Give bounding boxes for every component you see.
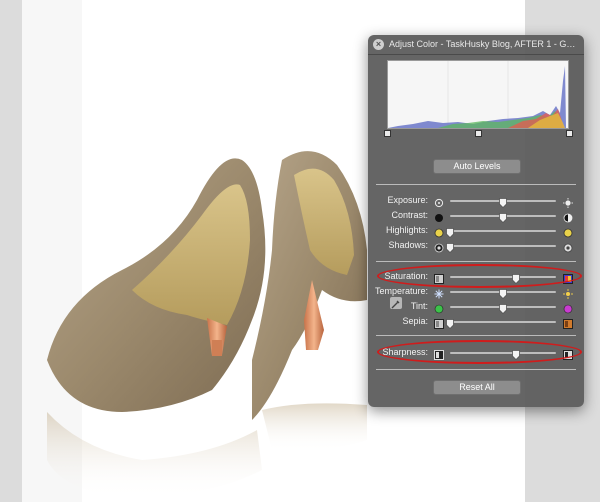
- highlights-low-icon: [434, 225, 444, 238]
- contrast-slider-thumb[interactable]: [499, 210, 507, 224]
- window-title: Adjust Color - TaskHusky Blog, AFTER 1 -…: [389, 39, 579, 49]
- exposure-high-icon: [563, 195, 573, 208]
- exposure-label: Exposure:: [387, 195, 428, 205]
- exposure-low-icon: [434, 195, 444, 208]
- sharpness-highlight-oval: [377, 340, 582, 364]
- highlights-slider-track[interactable]: [450, 230, 556, 232]
- highlights-slider-row: Highlights:: [368, 224, 584, 239]
- temperature-label: Temperature:: [374, 286, 428, 296]
- highlights-high-icon: [563, 225, 573, 238]
- shadows-high-icon: [563, 240, 573, 253]
- sepia-slider-row: Sepia:: [368, 315, 584, 330]
- sepia-label: Sepia:: [402, 316, 428, 326]
- tint-magenta-icon: [563, 301, 573, 314]
- shadows-slider-thumb[interactable]: [446, 240, 454, 254]
- contrast-slider-row: Contrast:: [368, 209, 584, 224]
- temperature-warm-icon: [563, 286, 573, 299]
- reset-all-button[interactable]: Reset All: [433, 380, 521, 395]
- contrast-high-icon: [563, 210, 573, 223]
- histogram-graph: [388, 61, 568, 128]
- midpoint-handle[interactable]: [475, 130, 482, 137]
- tint-slider-thumb[interactable]: [499, 301, 507, 315]
- shadows-slider-row: Shadows:: [368, 239, 584, 254]
- histogram-level-handles[interactable]: [382, 130, 573, 138]
- tint-eyedropper-button[interactable]: [389, 296, 403, 310]
- shadows-label: Shadows:: [388, 240, 428, 250]
- tint-green-icon: [434, 301, 444, 314]
- highlights-slider-thumb[interactable]: [446, 225, 454, 239]
- close-icon[interactable]: ×: [373, 39, 384, 50]
- separator: [376, 184, 576, 185]
- separator: [376, 335, 576, 336]
- saturation-highlight-oval: [377, 264, 582, 288]
- temperature-cool-icon: [434, 286, 444, 299]
- tint-label: Tint:: [410, 301, 428, 311]
- panel-titlebar[interactable]: × Adjust Color - TaskHusky Blog, AFTER 1…: [368, 35, 584, 55]
- sepia-slider-track[interactable]: [450, 321, 556, 323]
- black-point-handle[interactable]: [384, 130, 391, 137]
- separator: [376, 261, 576, 262]
- histogram: [387, 60, 569, 129]
- separator: [376, 369, 576, 370]
- contrast-label: Contrast:: [391, 210, 428, 220]
- exposure-slider-row: Exposure:: [368, 194, 584, 209]
- sepia-slider-thumb[interactable]: [446, 316, 454, 330]
- adjust-color-panel: × Adjust Color - TaskHusky Blog, AFTER 1…: [368, 35, 584, 407]
- shadows-slider-track[interactable]: [450, 245, 556, 247]
- contrast-low-icon: [434, 210, 444, 222]
- shadows-low-icon: [434, 240, 444, 253]
- eyedropper-icon: [391, 300, 400, 309]
- sepia-low-icon: [434, 316, 444, 329]
- sepia-high-icon: [563, 316, 573, 329]
- exposure-slider-thumb[interactable]: [499, 195, 507, 209]
- screenshot-stage: × Adjust Color - TaskHusky Blog, AFTER 1…: [0, 0, 600, 502]
- highlights-label: Highlights:: [385, 225, 428, 235]
- auto-levels-button[interactable]: Auto Levels: [433, 159, 521, 174]
- white-point-handle[interactable]: [566, 130, 573, 137]
